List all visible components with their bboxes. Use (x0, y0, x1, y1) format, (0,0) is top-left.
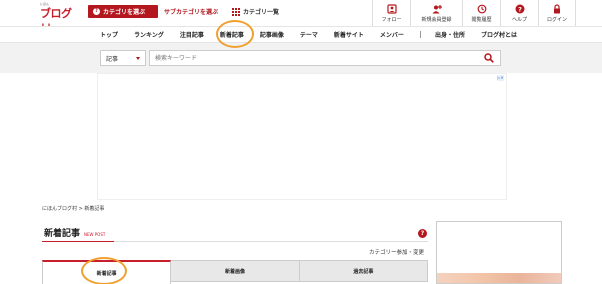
nav-item-themes[interactable]: テーマ (300, 30, 318, 39)
add-user-icon (432, 4, 442, 13)
search-type-value: 記事 (106, 55, 119, 63)
login-button[interactable]: ログイン (538, 0, 576, 26)
category-list-button[interactable]: カテゴリ一覧 (232, 5, 279, 18)
search-input[interactable] (149, 50, 501, 66)
ad-choices-icon[interactable]: ▷✕ (497, 75, 504, 81)
nav-item-featured[interactable]: 注目記事 (180, 30, 204, 39)
breadcrumb[interactable]: にほんブログ村 > 新着記事 (42, 205, 104, 212)
help-icon: ? (515, 4, 524, 13)
choose-subcategory-label: サブカテゴリを選ぶ (164, 9, 219, 16)
choose-subcategory-button[interactable]: サブカテゴリを選ぶ (164, 5, 218, 18)
nav-item-new-sites[interactable]: 新着サイト (334, 30, 364, 39)
lock-icon (554, 3, 560, 13)
register-label: 新規会員登録 (421, 16, 452, 23)
page-title: 新着記事 NEW POST (44, 226, 105, 239)
nav-item-top[interactable]: トップ (100, 30, 118, 39)
history-icon (477, 4, 486, 13)
search-bar: 記事 (0, 43, 602, 73)
follow-icon (386, 3, 397, 14)
history-button[interactable]: 閲覧履歴 (462, 0, 500, 26)
site-logo[interactable]: にほん ブログ村 (40, 2, 80, 36)
page-title-sub: NEW POST (84, 232, 106, 237)
search-type-select[interactable]: 記事 (100, 50, 146, 66)
main-nav: トップ ランキング 注目記事 新着記事 記事画像 テーマ 新着サイト メンバー … (0, 26, 602, 43)
follow-label: フォロー (381, 16, 402, 23)
question-icon: ? (93, 8, 100, 15)
choose-category-button[interactable]: ? カテゴリを選ぶ (88, 5, 158, 18)
sidebar-ad-box[interactable] (436, 221, 562, 284)
caret-down-icon (136, 57, 140, 60)
highlight-circle-tab (81, 257, 127, 284)
header-icon-bar: フォロー 新規会員登録 閲覧履歴 ? ヘルプ ログイン (372, 0, 576, 26)
title-divider-accent (42, 241, 114, 242)
svg-text:?: ? (518, 5, 522, 13)
follow-button[interactable]: フォロー (372, 0, 410, 26)
ad-banner[interactable]: ▷✕ (97, 73, 507, 200)
sidebar-ad-image (437, 273, 561, 283)
help-circle-icon[interactable]: ? (418, 229, 427, 238)
grid-icon (232, 7, 240, 16)
nav-item-article-images[interactable]: 記事画像 (260, 30, 284, 39)
register-button[interactable]: 新規会員登録 (410, 0, 462, 26)
choose-category-label: カテゴリを選ぶ (103, 9, 146, 16)
nav-item-hometown[interactable]: 出身・住所 (435, 30, 465, 39)
nav-item-about[interactable]: ブログ村とは (481, 30, 517, 39)
help-label: ヘルプ (511, 16, 527, 23)
history-label: 閲覧履歴 (471, 16, 492, 23)
search-icon[interactable] (484, 53, 494, 63)
tab-past-articles[interactable]: 過去記事 (299, 260, 428, 282)
tab-new-images[interactable]: 新着画像 (171, 260, 300, 282)
help-button[interactable]: ? ヘルプ (500, 0, 538, 26)
nav-item-ranking[interactable]: ランキング (134, 30, 164, 39)
category-join-link[interactable]: カテゴリー参加・変更 (369, 248, 424, 256)
category-list-label: カテゴリ一覧 (243, 9, 280, 16)
highlight-circle-nav (216, 20, 254, 48)
nav-divider (419, 31, 421, 38)
login-label: ログイン (546, 16, 567, 23)
site-header: にほん ブログ村 ? カテゴリを選ぶ サブカテゴリを選ぶ カテゴリ一覧 フォロー… (0, 0, 602, 36)
page-title-text: 新着記事 (44, 229, 81, 239)
nav-item-members[interactable]: メンバー (380, 30, 404, 39)
